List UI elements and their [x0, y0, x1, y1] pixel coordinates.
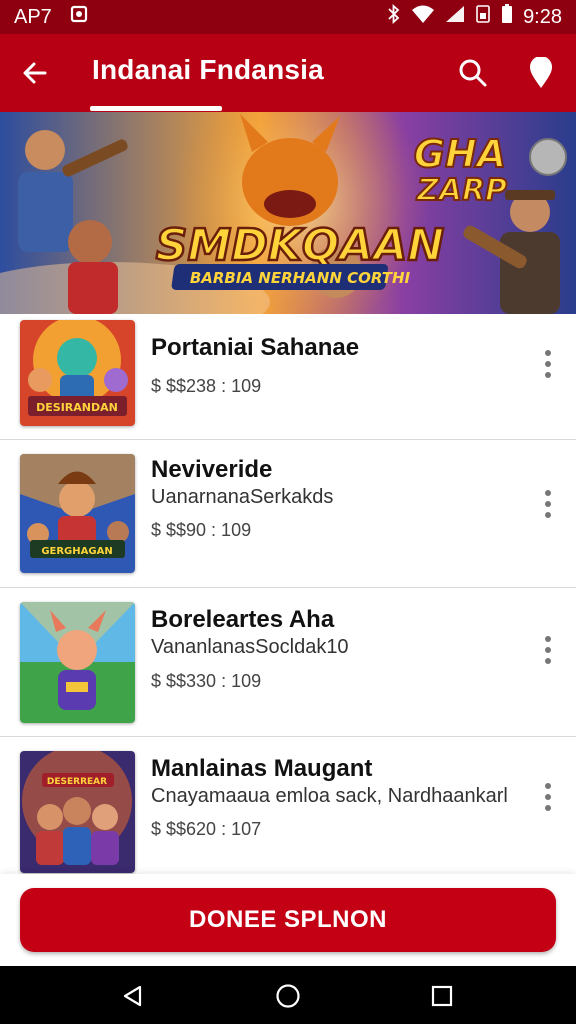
bluetooth-icon [387, 3, 401, 30]
clock: 9:28 [523, 5, 562, 28]
location-button[interactable] [520, 52, 562, 94]
bottom-action-area: DONEE SPLNON [0, 874, 576, 966]
item-price: $ $$330 : 109 [151, 671, 262, 691]
list-item[interactable]: Boreleartes Aha VananlanasSocldak10 $ $$… [0, 588, 576, 737]
list-item[interactable]: DESIRANDAN Portaniai Sahanae $ $$238 : 1… [0, 314, 576, 440]
item-price: $ $$620 : 107 [151, 819, 262, 839]
app-bar: Indanai Fndansia [0, 34, 576, 112]
nav-home-button[interactable] [271, 979, 305, 1013]
game-thumbnail: GERGHAGAN [20, 454, 135, 573]
back-button[interactable] [14, 52, 56, 94]
location-pin-icon [530, 57, 552, 88]
list-item[interactable]: GERGHAGAN Neviveride UanarnanaSerkakds $… [0, 440, 576, 588]
tab-indicator [90, 106, 222, 111]
item-subtitle: UanarnanaSerkakds [151, 486, 334, 508]
overflow-menu-button[interactable] [534, 630, 562, 670]
thumb-caption: GERGHAGAN [41, 546, 112, 557]
hero-figure-left [25, 130, 65, 170]
notification-icon [70, 5, 88, 29]
carrier-label: AP7 [14, 5, 52, 28]
overflow-menu-button[interactable] [534, 344, 562, 384]
banner-subline: BARBIA NERHANN CORTHI [190, 269, 411, 287]
item-title: Manlainas Maugant [151, 755, 373, 782]
sim-icon [475, 5, 491, 29]
banner-corner-text-1: GHA [414, 132, 506, 176]
item-price: $ $$90 : 109 [151, 520, 252, 540]
banner-headline: SMDKQAAN [156, 220, 444, 271]
status-bar: AP7 9:28 [0, 0, 576, 34]
item-title: Portaniai Sahanae [151, 334, 360, 361]
page-title: Indanai Fndansia [92, 54, 324, 85]
nav-back-icon [123, 985, 142, 1007]
nav-recents-icon [431, 985, 453, 1007]
signal-icon [445, 5, 465, 29]
banner-corner-text-2: ZARP [416, 173, 507, 208]
item-title: Boreleartes Aha [151, 606, 335, 633]
nav-back-button[interactable] [116, 979, 150, 1013]
battery-icon [501, 4, 513, 30]
wifi-icon [411, 5, 435, 29]
system-nav-bar [0, 966, 576, 1024]
item-title: Neviveride [151, 456, 273, 483]
banner-artwork: SMDKQAAN BARBIA NERHANN CORTHI GHA ZARP [0, 112, 576, 314]
item-subtitle: Cnayamaaua emloa sack, Nardhaankarl [151, 785, 508, 807]
thumb-caption: DESERREAR [47, 777, 107, 787]
game-thumbnail [20, 602, 135, 723]
primary-action-button[interactable]: DONEE SPLNON [20, 888, 556, 952]
game-list: DESIRANDAN Portaniai Sahanae $ $$238 : 1… [0, 314, 576, 874]
overflow-menu-button[interactable] [534, 484, 562, 524]
promo-banner[interactable]: SMDKQAAN BARBIA NERHANN CORTHI GHA ZARP [0, 112, 576, 314]
item-subtitle: VananlanasSocldak10 [151, 636, 349, 658]
search-button[interactable] [452, 52, 494, 94]
nav-recents-button[interactable] [425, 979, 459, 1013]
item-price: $ $$238 : 109 [151, 376, 262, 396]
game-thumbnail: DESIRANDAN [20, 320, 135, 426]
list-item[interactable]: DESERREAR Manlainas Maugant Cnayamaaua e… [0, 737, 576, 874]
game-thumbnail: DESERREAR [20, 751, 135, 873]
nav-home-icon [276, 984, 300, 1008]
search-icon [459, 59, 487, 87]
thumb-caption: DESIRANDAN [36, 401, 118, 414]
overflow-menu-button[interactable] [534, 777, 562, 817]
back-arrow-icon [23, 62, 47, 84]
